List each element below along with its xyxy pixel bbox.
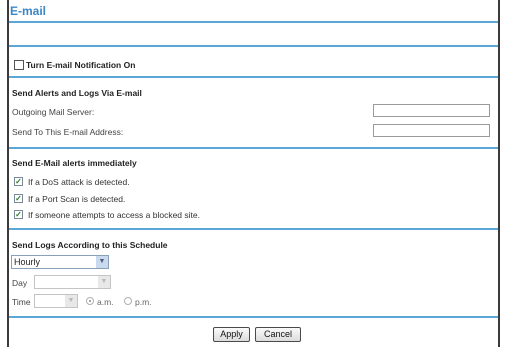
port-scan-checkbox[interactable]: ✓ — [14, 194, 23, 203]
divider — [9, 147, 498, 149]
divider — [9, 228, 498, 230]
content-frame — [7, 0, 500, 347]
day-label: Day — [12, 278, 28, 288]
time-select[interactable]: ▼ — [34, 294, 78, 308]
blocked-site-label: If someone attempts to access a blocked … — [28, 210, 200, 220]
alerts-logs-heading: Send Alerts and Logs Via E-mail — [12, 88, 142, 98]
blocked-site-checkbox[interactable]: ✓ — [14, 210, 23, 219]
outgoing-mail-server-label: Outgoing Mail Server: — [12, 107, 95, 117]
schedule-heading: Send Logs According to this Schedule — [12, 240, 168, 250]
pm-radio[interactable] — [124, 297, 132, 305]
notification-checkbox[interactable] — [14, 60, 24, 70]
cancel-button[interactable]: Cancel — [255, 327, 301, 342]
chevron-down-icon: ▼ — [96, 256, 108, 268]
outgoing-mail-server-input[interactable] — [373, 104, 490, 117]
dos-attack-label: If a DoS attack is detected. — [28, 177, 130, 187]
schedule-frequency-value: Hourly — [14, 257, 41, 267]
chevron-down-icon: ▼ — [98, 276, 110, 288]
divider — [9, 76, 498, 78]
time-label: Time — [12, 297, 31, 307]
apply-button[interactable]: Apply — [213, 327, 250, 342]
dos-attack-checkbox[interactable]: ✓ — [14, 177, 23, 186]
port-scan-label: If a Port Scan is detected. — [28, 194, 126, 204]
divider — [9, 45, 498, 47]
am-radio[interactable] — [86, 297, 94, 305]
pm-label: p.m. — [135, 297, 152, 307]
divider — [9, 21, 498, 23]
immediate-alerts-heading: Send E-Mail alerts immediately — [12, 158, 137, 168]
day-select[interactable]: ▼ — [34, 275, 111, 289]
page-title: E-mail — [10, 4, 47, 18]
send-to-email-label: Send To This E-mail Address: — [12, 127, 124, 137]
am-label: a.m. — [97, 297, 114, 307]
notification-label: Turn E-mail Notification On — [26, 60, 136, 70]
send-to-email-input[interactable] — [373, 124, 490, 137]
chevron-down-icon: ▼ — [65, 295, 77, 307]
divider — [9, 316, 498, 318]
schedule-frequency-select[interactable]: Hourly ▼ — [11, 255, 109, 269]
